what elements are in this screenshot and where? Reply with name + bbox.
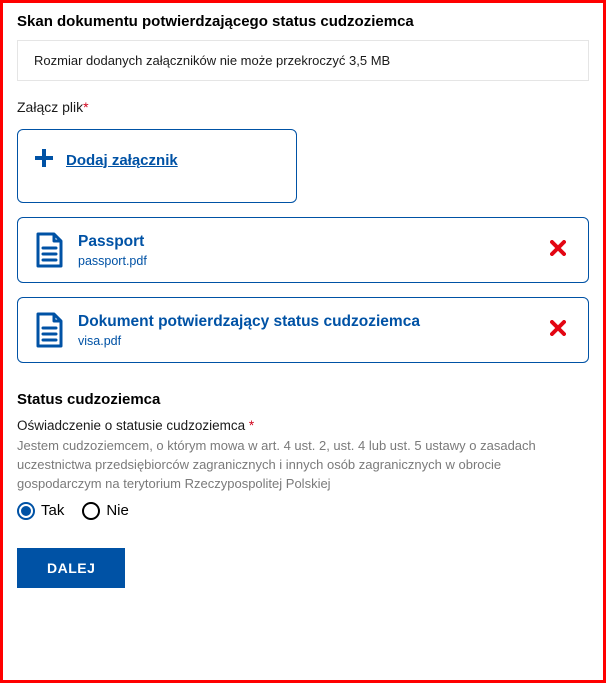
remove-attachment-button[interactable] <box>544 236 572 264</box>
close-icon <box>550 319 566 341</box>
attach-file-label-text: Załącz plik <box>17 99 83 115</box>
required-asterisk: * <box>83 99 88 115</box>
file-icon <box>34 232 64 268</box>
add-attachment-label: Dodaj załącznik <box>66 152 178 169</box>
status-radio-no[interactable]: Nie <box>82 502 129 520</box>
status-radio-yes[interactable]: Tak <box>17 502 64 520</box>
attachment-card: Dokument potwierdzający status cudzoziem… <box>17 297 589 363</box>
attachment-info: Passport passport.pdf <box>78 232 530 267</box>
attachment-card: Passport passport.pdf <box>17 217 589 283</box>
required-asterisk: * <box>249 418 254 433</box>
remove-attachment-button[interactable] <box>544 316 572 344</box>
attachment-title: Passport <box>78 232 530 251</box>
status-radio-yes-label: Tak <box>41 502 64 519</box>
attachment-title: Dokument potwierdzający status cudzoziem… <box>78 312 530 331</box>
attachment-size-note: Rozmiar dodanych załączników nie może pr… <box>17 40 589 81</box>
status-radio-group: Tak Nie <box>17 502 589 520</box>
plus-icon <box>34 148 54 172</box>
status-heading: Status cudzoziemca <box>17 391 589 408</box>
radio-icon <box>82 502 100 520</box>
status-sub-label-text: Oświadczenie o statusie cudzoziemca <box>17 418 245 433</box>
attachment-filename: passport.pdf <box>78 254 530 268</box>
section-title: Skan dokumentu potwierdzającego status c… <box>17 13 589 30</box>
file-icon <box>34 312 64 348</box>
status-sub-label: Oświadczenie o statusie cudzoziemca * <box>17 418 589 433</box>
attachment-filename: visa.pdf <box>78 334 530 348</box>
add-attachment-button[interactable]: Dodaj załącznik <box>17 129 297 203</box>
next-button[interactable]: DALEJ <box>17 548 125 588</box>
status-legal-text: Jestem cudzoziemcem, o którym mowa w art… <box>17 437 589 494</box>
close-icon <box>550 239 566 261</box>
radio-icon <box>17 502 35 520</box>
attach-file-label: Załącz plik* <box>17 99 589 115</box>
status-radio-no-label: Nie <box>106 502 129 519</box>
attachment-info: Dokument potwierdzający status cudzoziem… <box>78 312 530 347</box>
status-section: Status cudzoziemca Oświadczenie o status… <box>17 391 589 520</box>
